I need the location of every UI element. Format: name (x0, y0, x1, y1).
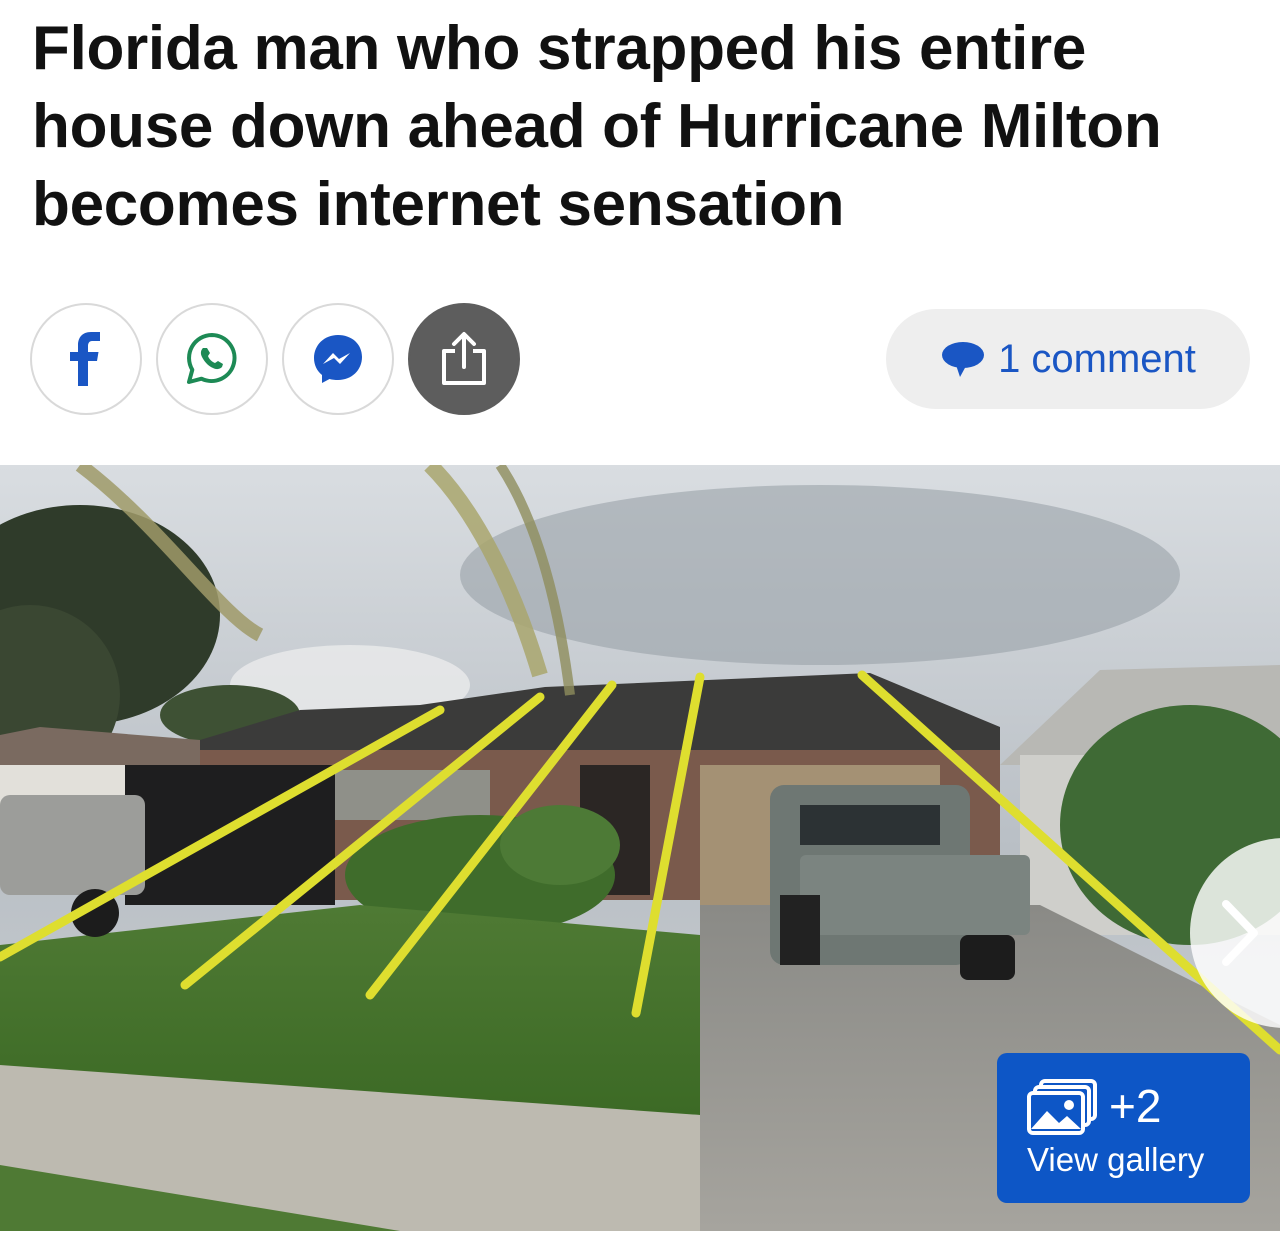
more-share-button[interactable] (408, 303, 520, 415)
chevron-right-icon (1222, 900, 1258, 966)
view-gallery-button[interactable]: +2 View gallery (997, 1053, 1250, 1203)
share-bar: 1 comment (30, 303, 1250, 415)
share-icon (442, 332, 486, 385)
comments-button[interactable]: 1 comment (886, 309, 1250, 409)
facebook-icon (70, 332, 100, 386)
gallery-count: +2 (1109, 1080, 1162, 1132)
comment-count: 1 comment (998, 336, 1196, 381)
gallery-label: View gallery (1027, 1141, 1205, 1178)
whatsapp-share-button[interactable] (156, 303, 268, 415)
article-headline: Florida man who strapped his entire hous… (32, 14, 1162, 239)
messenger-share-button[interactable] (282, 303, 394, 415)
facebook-share-button[interactable] (30, 303, 142, 415)
whatsapp-icon (187, 333, 237, 384)
photos-icon (1027, 1079, 1097, 1135)
messenger-icon (314, 335, 362, 383)
speech-bubble-icon (942, 342, 985, 377)
